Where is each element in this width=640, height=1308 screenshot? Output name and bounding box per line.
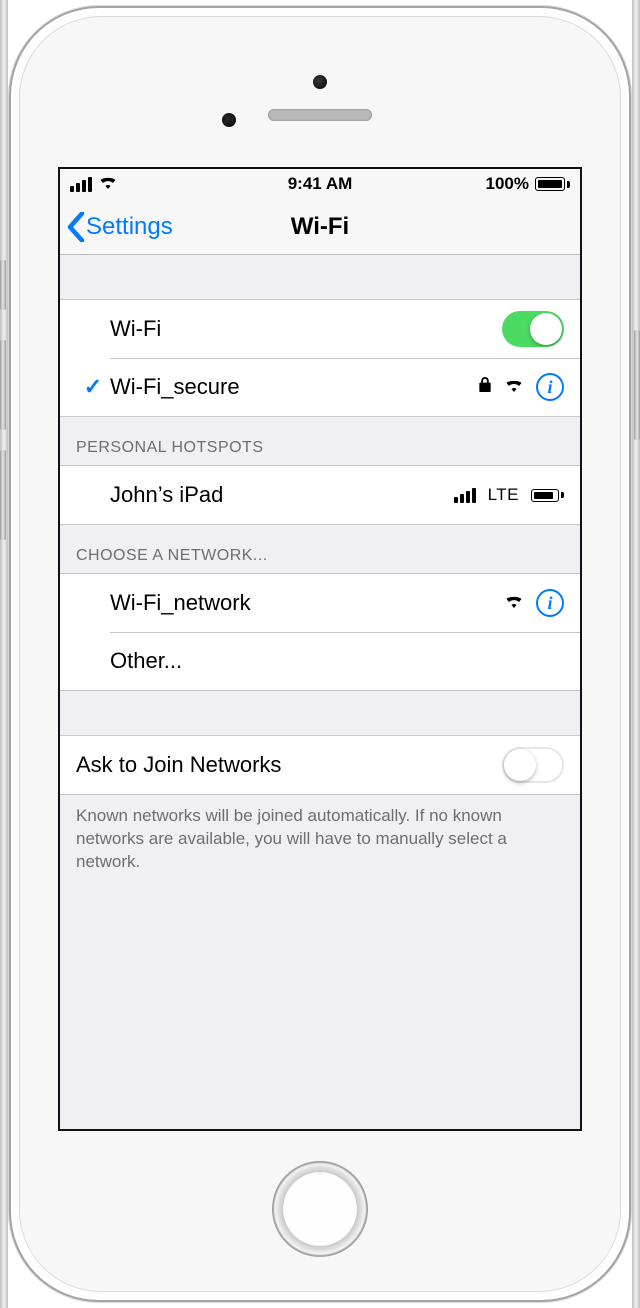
other-network-label: Other... <box>110 648 564 674</box>
cellular-signal-icon <box>70 177 92 192</box>
stage: 9:41 AM 100% Settings Wi-Fi <box>0 0 640 1308</box>
choose-network-group: Wi-Fi_network i Other... <box>60 573 580 691</box>
status-bar: 9:41 AM 100% <box>60 169 580 199</box>
hotspots-group: John’s iPad LTE <box>60 465 580 525</box>
other-network-row[interactable]: Other... <box>60 632 580 690</box>
power-button <box>634 330 640 440</box>
wifi-main-group: Wi-Fi ✓ Wi-Fi_secure <box>60 299 580 417</box>
wifi-toggle[interactable] <box>502 311 564 347</box>
proximity-sensor <box>222 113 236 127</box>
device-rail-right <box>632 0 640 1308</box>
page-title: Wi-Fi <box>60 213 580 241</box>
lock-icon <box>478 376 492 398</box>
ask-join-footer: Known networks will be joined automatica… <box>60 795 580 874</box>
spacer <box>60 255 580 299</box>
device-rail-left <box>0 0 8 1308</box>
wifi-signal-icon <box>504 376 524 396</box>
ask-join-toggle[interactable] <box>502 747 564 783</box>
wifi-status-icon <box>98 174 118 193</box>
hotspot-row[interactable]: John’s iPad LTE <box>60 466 580 524</box>
nav-bar: Settings Wi-Fi <box>60 199 580 255</box>
mute-switch <box>0 260 6 310</box>
ask-join-label: Ask to Join Networks <box>76 752 502 778</box>
connected-network-row[interactable]: ✓ Wi-Fi_secure i <box>60 358 580 416</box>
spacer <box>60 691 580 735</box>
hotspot-battery-icon <box>531 489 564 502</box>
connected-ssid: Wi-Fi_secure <box>110 374 478 400</box>
volume-up-button <box>0 340 6 430</box>
section-header-choose: Choose a Network... <box>60 525 580 573</box>
available-network-row[interactable]: Wi-Fi_network i <box>60 574 580 632</box>
wifi-toggle-row: Wi-Fi <box>60 300 580 358</box>
device-bezel: 9:41 AM 100% Settings Wi-Fi <box>19 16 621 1292</box>
checkmark-icon: ✓ <box>84 374 102 400</box>
hotspot-name: John’s iPad <box>110 482 454 508</box>
ask-join-row: Ask to Join Networks <box>60 736 580 794</box>
network-type-label: LTE <box>488 485 519 505</box>
device-frame: 9:41 AM 100% Settings Wi-Fi <box>9 6 631 1302</box>
screen: 9:41 AM 100% Settings Wi-Fi <box>58 167 582 1131</box>
cellular-signal-icon <box>454 488 476 503</box>
earpiece-speaker <box>268 109 372 121</box>
info-button[interactable]: i <box>536 373 564 401</box>
home-button[interactable] <box>272 1161 368 1257</box>
front-camera <box>313 75 327 89</box>
wifi-toggle-label: Wi-Fi <box>110 316 502 342</box>
network-ssid: Wi-Fi_network <box>110 590 504 616</box>
info-button[interactable]: i <box>536 589 564 617</box>
ask-join-group: Ask to Join Networks <box>60 735 580 795</box>
battery-percent: 100% <box>486 174 529 194</box>
battery-icon <box>535 177 570 191</box>
volume-down-button <box>0 450 6 540</box>
section-header-hotspots: Personal Hotspots <box>60 417 580 465</box>
wifi-signal-icon <box>504 592 524 612</box>
